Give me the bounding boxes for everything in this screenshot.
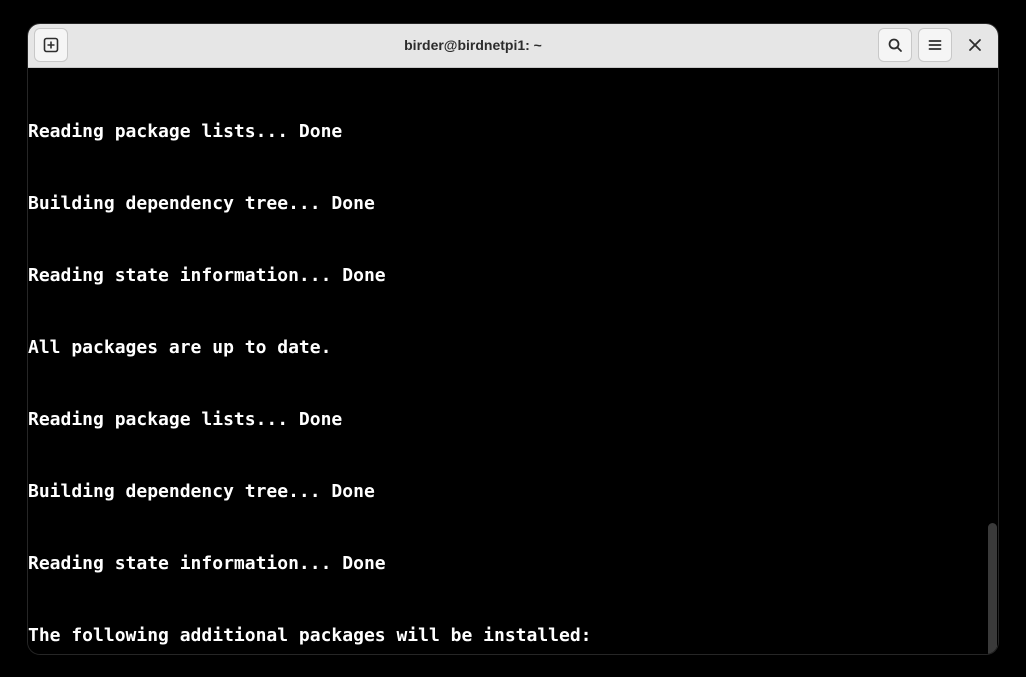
terminal-line: Reading state information... Done bbox=[28, 264, 998, 288]
window-title: birder@birdnetpi1: ~ bbox=[74, 37, 872, 53]
new-tab-button[interactable] bbox=[34, 28, 68, 62]
terminal-window: birder@birdnetpi1: ~ bbox=[28, 24, 998, 654]
close-icon bbox=[968, 38, 982, 52]
terminal-line: Building dependency tree... Done bbox=[28, 192, 998, 216]
terminal-line: Reading state information... Done bbox=[28, 552, 998, 576]
terminal-line: Reading package lists... Done bbox=[28, 120, 998, 144]
hamburger-icon bbox=[927, 37, 943, 53]
search-button[interactable] bbox=[878, 28, 912, 62]
new-tab-icon bbox=[43, 37, 59, 53]
terminal-output[interactable]: Reading package lists... Done Building d… bbox=[28, 68, 998, 654]
scrollbar-thumb[interactable] bbox=[988, 523, 997, 654]
menu-button[interactable] bbox=[918, 28, 952, 62]
terminal-line: All packages are up to date. bbox=[28, 336, 998, 360]
terminal-line: Reading package lists... Done bbox=[28, 408, 998, 432]
terminal-line: Building dependency tree... Done bbox=[28, 480, 998, 504]
titlebar: birder@birdnetpi1: ~ bbox=[28, 24, 998, 68]
search-icon bbox=[887, 37, 903, 53]
close-button[interactable] bbox=[958, 28, 992, 62]
terminal-line: The following additional packages will b… bbox=[28, 624, 998, 648]
